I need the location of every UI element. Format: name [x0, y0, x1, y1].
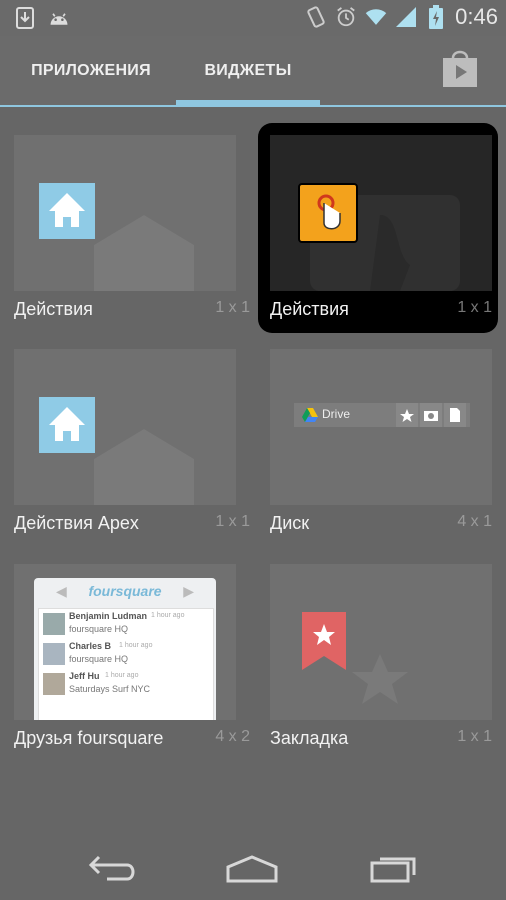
back-icon [88, 855, 135, 881]
friend-time: 1 hour ago [105, 672, 139, 679]
widget-preview: Drive [270, 349, 492, 505]
android-icon [48, 6, 70, 30]
widget-preview: ◀ foursquare ▶ Benjamin Ludman 1 hour ag… [14, 564, 236, 720]
foursquare-logo: foursquare [88, 583, 162, 599]
friend-time: 1 hour ago [119, 642, 153, 649]
widget-item[interactable]: Действия Apex 1 x 1 [14, 321, 250, 533]
download-icon [14, 6, 36, 30]
rotate-icon [305, 5, 327, 29]
widget-preview [14, 135, 236, 291]
home-button[interactable] [222, 848, 282, 888]
navigation-bar [0, 840, 506, 900]
widget-name: Друзья foursquare [14, 728, 164, 748]
friend-venue: foursquare HQ [69, 654, 129, 664]
widget-name: Действия Apex [14, 513, 139, 533]
touch-icon [298, 183, 358, 243]
friend-name: Benjamin Ludman [69, 611, 148, 621]
widget-span: 4 x 1 [457, 513, 492, 530]
chevron-left-icon[interactable]: ◀ [56, 583, 67, 600]
tab-apps[interactable]: ПРИЛОЖЕНИЯ [16, 36, 166, 106]
star-icon [396, 403, 418, 427]
widget-item-selected[interactable]: Действия 1 x 1 [258, 123, 498, 333]
avatar [43, 613, 65, 635]
friend-name: Charles B [69, 641, 112, 651]
widget-preview [14, 349, 236, 505]
play-store-button[interactable] [442, 48, 478, 88]
widget-span: 1 x 1 [215, 299, 250, 316]
widget-item[interactable]: Действия 1 x 1 [14, 107, 250, 319]
chevron-right-icon[interactable]: ▶ [183, 583, 194, 600]
list-item: Benjamin Ludman 1 hour ago foursquare HQ [39, 609, 213, 637]
list-item: Charles B 1 hour ago foursquare HQ [39, 639, 213, 667]
widget-span: 1 x 1 [457, 299, 492, 316]
widget-grid: Действия 1 x 1 Действия 1 x 1 Действия A… [0, 107, 506, 827]
widget-item[interactable]: ◀ foursquare ▶ Benjamin Ludman 1 hour ag… [14, 536, 250, 748]
tab-widgets[interactable]: ВИДЖЕТЫ [176, 36, 320, 106]
widget-name: Закладка [270, 728, 349, 748]
drive-icon [302, 408, 318, 422]
camera-icon [420, 403, 442, 427]
home-icon [39, 183, 95, 239]
wifi-icon [365, 5, 387, 29]
widget-preview [270, 564, 492, 720]
foursquare-widget: ◀ foursquare ▶ Benjamin Ludman 1 hour ag… [34, 578, 216, 720]
widget-name: Действия [14, 299, 93, 319]
tab-bar: ПРИЛОЖЕНИЯ ВИДЖЕТЫ [0, 36, 506, 106]
widget-span: 4 x 2 [215, 728, 250, 745]
shopping-bag-icon [443, 50, 477, 87]
widget-span: 1 x 1 [215, 513, 250, 530]
status-time: 0:46 [455, 4, 498, 29]
home-icon [39, 397, 95, 453]
friend-name: Jeff Hu [69, 671, 100, 681]
friend-venue: Saturdays Surf NYC [69, 684, 151, 694]
recents-icon [370, 857, 416, 883]
battery-icon [425, 5, 447, 29]
signal-icon [395, 5, 417, 29]
avatar [43, 643, 65, 665]
widget-name: Действия [270, 299, 349, 319]
bookmark-icon [302, 612, 346, 670]
friend-time: 1 hour ago [151, 612, 185, 619]
document-icon [444, 403, 466, 427]
home-nav-icon [226, 855, 278, 883]
recents-button[interactable] [364, 848, 424, 888]
alarm-icon [335, 5, 357, 29]
widget-item[interactable]: Drive Диск 4 x 1 [270, 321, 492, 533]
back-button[interactable] [82, 848, 142, 888]
widget-span: 1 x 1 [457, 728, 492, 745]
drive-widget-bar: Drive [294, 403, 470, 427]
avatar [43, 673, 65, 695]
list-item: Jeff Hu 1 hour ago Saturdays Surf NYC [39, 669, 213, 697]
widget-preview [270, 135, 492, 291]
widget-item[interactable]: Закладка 1 x 1 [270, 536, 492, 748]
friend-venue: foursquare HQ [69, 624, 129, 634]
drive-label: Drive [322, 407, 351, 421]
status-bar: 0:46 [0, 0, 506, 36]
widget-name: Диск [270, 513, 310, 533]
